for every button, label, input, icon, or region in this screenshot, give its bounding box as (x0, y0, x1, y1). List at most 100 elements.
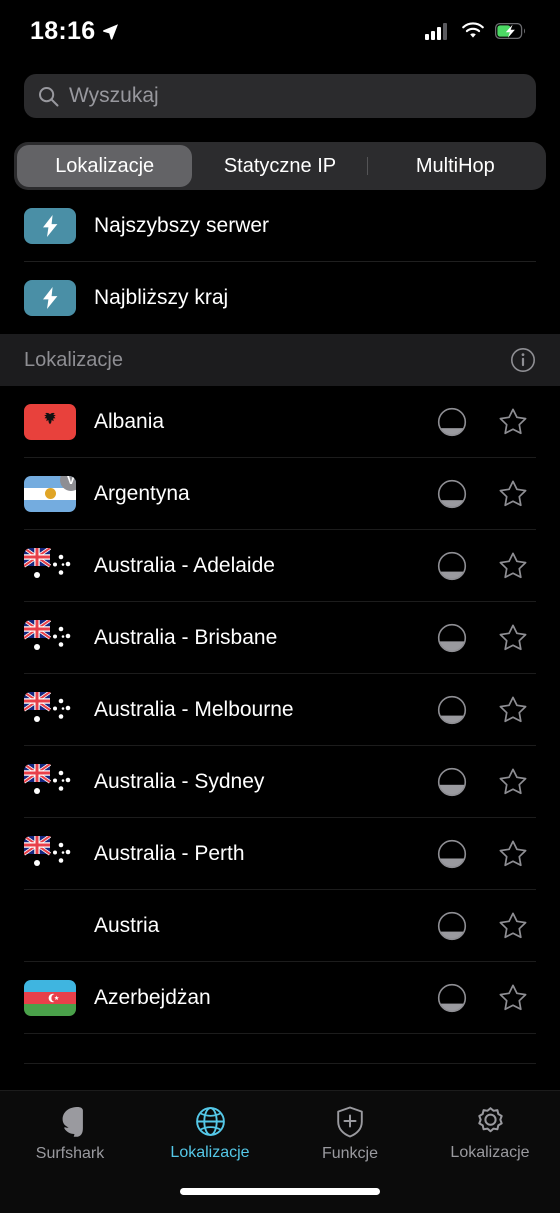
quick-connect-nearest-country[interactable]: Najbliższy kraj (24, 262, 536, 334)
search-container: Wyszukaj (0, 62, 560, 118)
location-name: Australia - Sydney (94, 769, 265, 793)
favorite-star-icon[interactable] (498, 407, 528, 437)
country-flag (24, 403, 76, 440)
tab-bar-item-surfshark-label: Surfshark (35, 1144, 105, 1162)
location-name: Australia - Adelaide (94, 553, 275, 577)
country-flag (24, 619, 76, 656)
location-row[interactable]: Australia - Brisbane (24, 602, 536, 674)
favorite-star-icon[interactable] (498, 911, 528, 941)
favorite-star-icon[interactable] (498, 839, 528, 869)
location-name: Australia - Brisbane (94, 625, 278, 649)
quick-connect-list: Najszybszy serwer Najbliższy kraj (0, 190, 560, 334)
location-row[interactable] (24, 1034, 536, 1064)
quick-connect-fastest-server-label: Najszybszy serwer (94, 213, 270, 237)
location-row[interactable]: Australia - Adelaide (24, 530, 536, 602)
server-load-indicator (437, 623, 467, 652)
location-actions (436, 622, 528, 654)
location-actions (436, 406, 528, 438)
country-flag (24, 908, 76, 944)
favorite-star-icon[interactable] (498, 767, 528, 797)
location-actions (436, 910, 528, 942)
location-row[interactable]: Austria (24, 890, 536, 962)
location-row[interactable]: Australia - Melbourne (24, 674, 536, 746)
tab-multihop[interactable]: MultiHop (368, 145, 543, 187)
country-flag (24, 979, 76, 1016)
server-load-indicator (437, 479, 467, 508)
quick-connect-fastest-server[interactable]: Najszybszy serwer (24, 190, 536, 262)
search-input[interactable]: Wyszukaj (24, 74, 536, 118)
favorite-star-icon[interactable] (498, 983, 528, 1013)
location-actions (436, 694, 528, 726)
country-flag: V (24, 475, 76, 512)
favorite-star-icon[interactable] (498, 695, 528, 725)
location-name: Australia - Melbourne (94, 697, 294, 721)
segmented-control-container: Lokalizacje Statyczne IP MultiHop (0, 118, 560, 190)
server-load-indicator (437, 551, 467, 580)
globe-icon (195, 1107, 225, 1136)
locations-section-header: Lokalizacje (0, 334, 560, 386)
status-bar-clock: 18:16 (30, 16, 96, 45)
bottom-tab-bar: Surfshark Lokalizacje Funkcje Lokalizacj… (0, 1090, 560, 1213)
battery-charging-icon (495, 23, 525, 39)
tab-bar-item-settings[interactable]: Lokalizacje (420, 1091, 560, 1177)
info-circle-icon[interactable] (510, 347, 536, 373)
wifi-icon (462, 22, 484, 38)
status-bar: 18:16 (0, 0, 560, 62)
location-name: Australia - Perth (94, 841, 245, 865)
country-flag (24, 835, 76, 872)
tab-multihop-label: MultiHop (415, 154, 495, 177)
country-flag (24, 763, 76, 800)
flag-albania (24, 403, 76, 440)
tab-lokalizacje[interactable]: Lokalizacje (17, 145, 193, 187)
location-row[interactable]: Albania (24, 386, 536, 458)
locations-section-title: Lokalizacje (24, 348, 123, 371)
location-actions (436, 766, 528, 798)
app-screen: 18:16 Wyszukaj Lokalizacje Statyczne IP … (0, 0, 560, 1213)
cellular-signal-icon (425, 23, 447, 40)
gear-icon (477, 1107, 503, 1133)
server-load-indicator (437, 695, 467, 724)
quick-connect-nearest-country-label: Najbliższy kraj (94, 286, 229, 309)
location-actions (436, 550, 528, 582)
surfshark-logo-icon (62, 1106, 83, 1137)
location-name: Albania (94, 409, 165, 433)
search-placeholder: Wyszukaj (69, 84, 159, 107)
tab-bar-item-surfshark[interactable]: Surfshark (0, 1091, 140, 1177)
country-flag (24, 547, 76, 584)
tab-bar-item-lokalizacje-label: Lokalizacje (170, 1144, 250, 1161)
server-load-indicator (437, 983, 467, 1012)
country-flag (24, 1034, 76, 1063)
search-icon (39, 86, 59, 106)
server-load-indicator (437, 911, 467, 940)
tab-bar-item-settings-label: Lokalizacje (450, 1144, 530, 1161)
tab-bar-item-funkcje-label: Funkcje (321, 1144, 379, 1162)
location-row[interactable]: Australia - Perth (24, 818, 536, 890)
segmented-control[interactable]: Lokalizacje Statyczne IP MultiHop (14, 142, 546, 190)
flag-azerbaijan (24, 979, 76, 1016)
location-row[interactable]: Australia - Sydney (24, 746, 536, 818)
location-actions (436, 478, 528, 510)
tab-lokalizacje-label: Lokalizacje (55, 154, 155, 177)
tab-bar-item-funkcje[interactable]: Funkcje (280, 1091, 420, 1177)
server-load-indicator (437, 839, 467, 868)
server-load-indicator (437, 767, 467, 796)
tab-bar-item-lokalizacje[interactable]: Lokalizacje (140, 1091, 280, 1177)
status-bar-left: 18:16 (30, 17, 119, 46)
lightning-bolt-icon (24, 207, 76, 244)
lightning-bolt-icon (24, 280, 76, 316)
tab-statyczne-ip[interactable]: Statyczne IP (192, 145, 368, 187)
location-actions (436, 982, 528, 1014)
location-row[interactable]: Azerbejdżan (24, 962, 536, 1034)
location-row[interactable]: V Argentyna (24, 458, 536, 530)
country-flag (24, 691, 76, 728)
favorite-star-icon[interactable] (498, 479, 528, 509)
location-actions (436, 838, 528, 870)
location-name: Argentyna (94, 481, 190, 505)
location-name: Austria (94, 913, 160, 937)
favorite-star-icon[interactable] (498, 551, 528, 581)
locations-list: Albania V Argentyna Australia - Adelaide Aus… (0, 386, 560, 1064)
shield-plus-icon (337, 1106, 363, 1137)
location-arrow-icon (103, 23, 119, 40)
location-name: Azerbejdżan (94, 985, 211, 1009)
favorite-star-icon[interactable] (498, 623, 528, 653)
